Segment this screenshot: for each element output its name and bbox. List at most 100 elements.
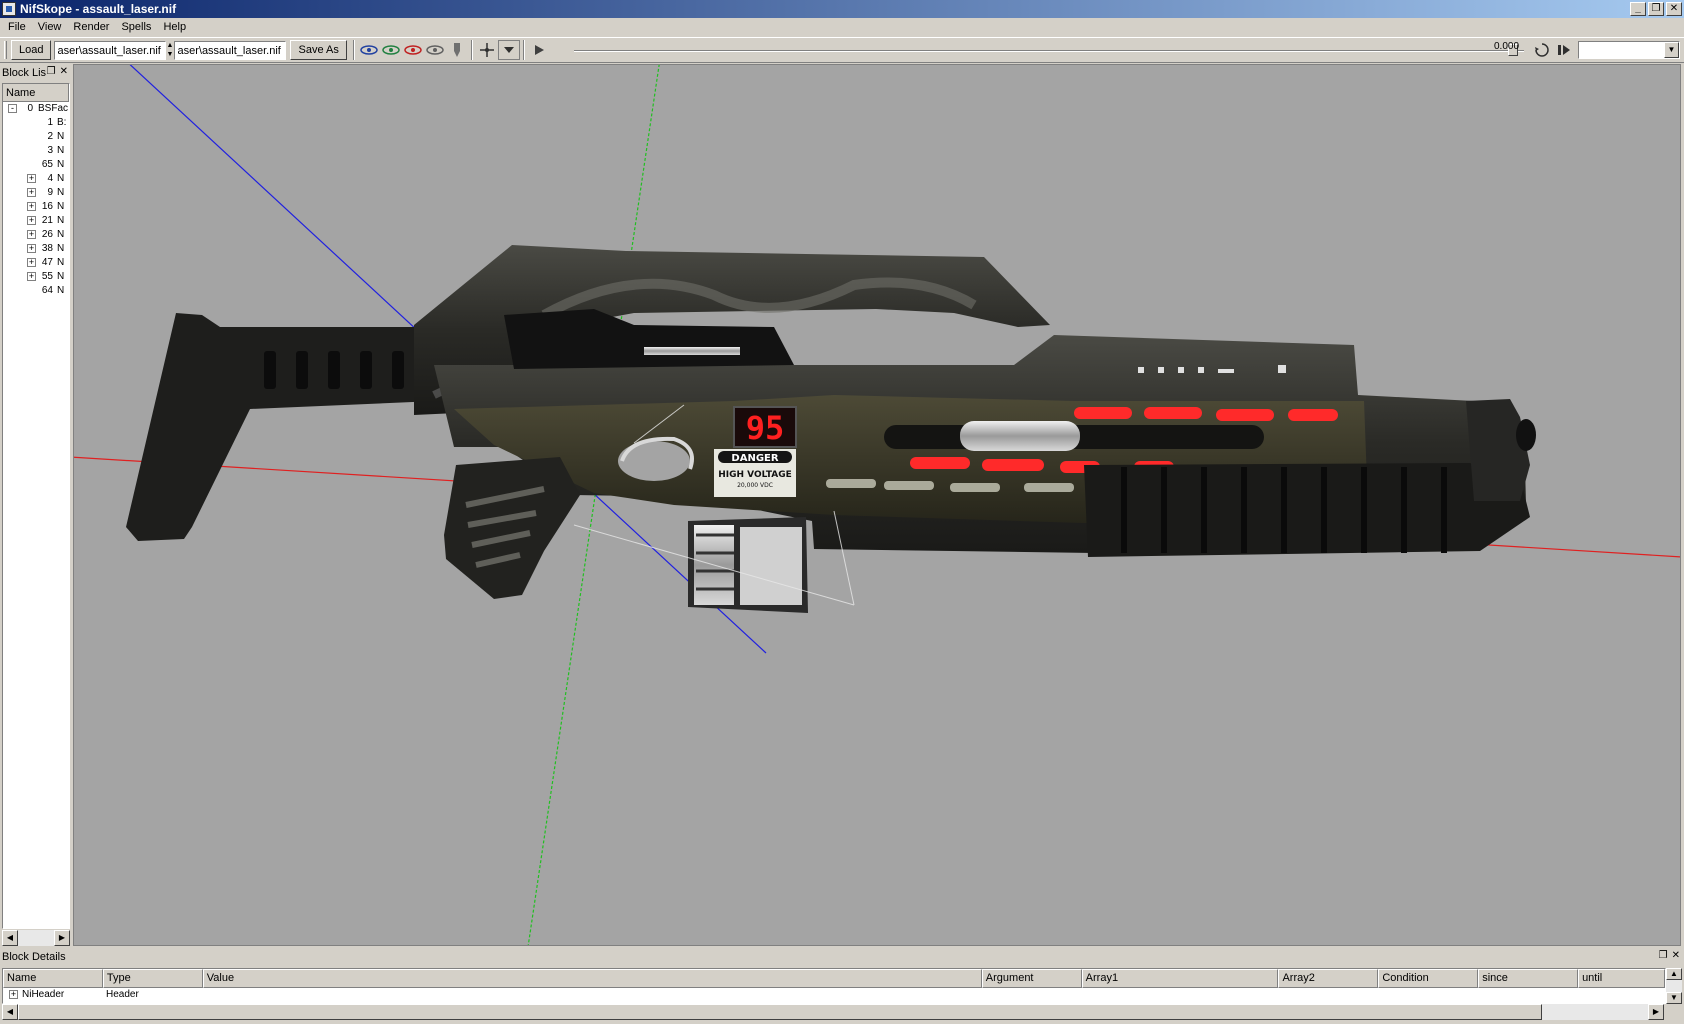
col-header-array1[interactable]: Array1 bbox=[1081, 969, 1279, 988]
tree-row[interactable]: +21 N bbox=[3, 214, 69, 228]
float-icon[interactable]: ❐ bbox=[1659, 950, 1668, 961]
block-type: N bbox=[57, 271, 65, 282]
block-tree[interactable]: Name -0 BSFac 1 B: 2 N 3 N 65 N +4 N +9 N +16 N +21 N +26 N… bbox=[2, 83, 70, 929]
col-header-since[interactable]: since bbox=[1478, 969, 1579, 988]
rifle-pistol-grip bbox=[444, 457, 580, 599]
render-viewport[interactable]: 95 DANGER HIGH VOLTAGE 20,000 VDC bbox=[73, 64, 1681, 946]
tree-row[interactable]: 65 N bbox=[3, 158, 69, 172]
view-user-icon[interactable] bbox=[424, 40, 446, 60]
block-number: 55 bbox=[41, 271, 53, 282]
block-number: 65 bbox=[41, 159, 53, 170]
block-details-table[interactable]: Name Type Value Argument Array1 Array2 C… bbox=[2, 968, 1666, 1004]
save-as-button[interactable]: Save As bbox=[290, 40, 347, 60]
block-number: 3 bbox=[47, 145, 53, 156]
view-front-icon[interactable] bbox=[358, 40, 380, 60]
col-header-argument[interactable]: Argument bbox=[981, 969, 1082, 988]
scroll-up-icon[interactable]: ▲ bbox=[1666, 968, 1682, 980]
toggle-lighting-icon[interactable] bbox=[446, 40, 468, 60]
tree-row[interactable]: +4 N bbox=[3, 172, 69, 186]
block-type: N bbox=[57, 257, 65, 268]
col-header-name[interactable]: Name bbox=[3, 969, 103, 988]
restore-button[interactable]: ❐ bbox=[1648, 2, 1664, 16]
scroll-left-icon[interactable]: ◀ bbox=[2, 1004, 18, 1020]
block-number: 26 bbox=[41, 229, 53, 240]
block-details-dock: Block Details ❐ ✕ Name Type Value Argumen… bbox=[0, 948, 1684, 1024]
tree-row[interactable]: 2N bbox=[3, 130, 69, 144]
col-header-array2[interactable]: Array2 bbox=[1278, 969, 1379, 988]
timeline-slider[interactable] bbox=[574, 44, 1524, 56]
block-number: 0 bbox=[27, 103, 33, 114]
tree-row[interactable]: 64 N bbox=[3, 284, 69, 298]
save-path-input[interactable]: aser\assault_laser.nif bbox=[174, 40, 287, 60]
float-icon[interactable]: ❐ bbox=[47, 66, 56, 77]
toolbar-separator bbox=[352, 40, 355, 60]
time-readout: 0.000 bbox=[1494, 41, 1520, 52]
tree-row[interactable]: 3N bbox=[3, 144, 69, 158]
close-icon[interactable]: ✕ bbox=[1672, 950, 1680, 961]
chevron-down-icon[interactable]: ▼ bbox=[1664, 42, 1679, 58]
close-button[interactable]: ✕ bbox=[1666, 2, 1682, 16]
play-icon[interactable] bbox=[528, 40, 550, 60]
dropdown-icon[interactable] bbox=[497, 40, 520, 60]
tree-row[interactable]: +55 N bbox=[3, 270, 69, 284]
details-horizontal-scrollbar[interactable]: ◀ ▶ bbox=[2, 1004, 1664, 1020]
block-list-dock: Block Lis ❐ ✕ Name -0 BSFac 1 B: 2 N 3 N 65 N +4 N +9… bbox=[0, 64, 72, 946]
view-side-icon[interactable] bbox=[380, 40, 402, 60]
block-list-title: Block Lis bbox=[2, 66, 47, 79]
menu-spells[interactable]: Spells bbox=[115, 18, 157, 37]
scroll-right-icon[interactable]: ▶ bbox=[54, 930, 70, 946]
scrollbar-thumb[interactable] bbox=[18, 1004, 1542, 1020]
tree-row[interactable]: +47 N bbox=[3, 256, 69, 270]
block-list-titlebar[interactable]: Block Lis ❐ ✕ bbox=[0, 64, 72, 81]
col-header-value[interactable]: Value bbox=[202, 969, 982, 988]
scroll-down-icon[interactable]: ▼ bbox=[1666, 992, 1682, 1004]
load-button[interactable]: Load bbox=[11, 40, 52, 60]
switch-icon[interactable] bbox=[1556, 42, 1572, 61]
block-list-scrollbar[interactable]: ◀ ▶ bbox=[2, 930, 70, 946]
tree-row[interactable]: +16 N bbox=[3, 200, 69, 214]
scene-canvas: 95 DANGER HIGH VOLTAGE 20,000 VDC bbox=[74, 65, 1680, 945]
menu-bar: File View Render Spells Help bbox=[0, 18, 1684, 37]
minimize-button[interactable]: _ bbox=[1630, 2, 1646, 16]
expand-icon[interactable]: + bbox=[9, 989, 18, 999]
view-top-icon[interactable] bbox=[402, 40, 424, 60]
scroll-left-icon[interactable]: ◀ bbox=[2, 930, 18, 946]
tree-row[interactable]: +26 N bbox=[3, 228, 69, 242]
menu-view[interactable]: View bbox=[32, 18, 68, 37]
tree-row[interactable]: -0 BSFac bbox=[3, 102, 69, 116]
toolbar-grip[interactable] bbox=[4, 41, 7, 59]
load-path-dropdown-icon[interactable]: ▲ ▼ bbox=[166, 41, 173, 60]
menu-file[interactable]: File bbox=[2, 18, 32, 37]
block-type: N bbox=[57, 285, 65, 296]
menu-help[interactable]: Help bbox=[157, 18, 192, 37]
tree-column-header[interactable]: Name bbox=[3, 84, 69, 102]
block-type: N bbox=[57, 229, 65, 240]
col-header-condition[interactable]: Condition bbox=[1378, 969, 1479, 988]
loop-icon[interactable] bbox=[1534, 42, 1550, 61]
scroll-right-icon[interactable]: ▶ bbox=[1648, 1004, 1664, 1020]
block-details-titlebar[interactable]: Block Details ❐ ✕ bbox=[0, 948, 1684, 966]
block-type: BSFac bbox=[38, 103, 69, 114]
details-vertical-scrollbar[interactable]: ▲ ▼ bbox=[1666, 968, 1682, 1004]
block-number: 2 bbox=[47, 131, 53, 142]
block-type: N bbox=[57, 215, 65, 226]
move-axes-icon[interactable] bbox=[476, 40, 498, 60]
col-header-type[interactable]: Type bbox=[102, 969, 203, 988]
tree-row[interactable]: 1 B: bbox=[3, 116, 69, 130]
title-bar: NifSkope - assault_laser.nif _ ❐ ✕ bbox=[0, 0, 1684, 18]
rifle-stock bbox=[126, 313, 436, 541]
warning-decal: DANGER HIGH VOLTAGE 20,000 VDC bbox=[714, 449, 796, 497]
ammo-counter: 95 bbox=[733, 406, 797, 448]
close-icon[interactable]: ✕ bbox=[60, 66, 68, 77]
toolbar-separator bbox=[522, 40, 525, 60]
menu-render[interactable]: Render bbox=[67, 18, 115, 37]
tree-row[interactable]: +38 N bbox=[3, 242, 69, 256]
table-row[interactable]: + NiHeader Header bbox=[3, 988, 1665, 1002]
col-header-until[interactable]: until bbox=[1578, 969, 1665, 988]
tree-row[interactable]: +9 N bbox=[3, 186, 69, 200]
row-type: Header bbox=[106, 989, 139, 1000]
block-type: N bbox=[57, 201, 65, 212]
window-title: NifSkope - assault_laser.nif bbox=[20, 2, 177, 16]
animation-select[interactable]: ▼ bbox=[1578, 41, 1680, 59]
load-path-input[interactable]: aser\assault_laser.nif bbox=[54, 40, 167, 60]
